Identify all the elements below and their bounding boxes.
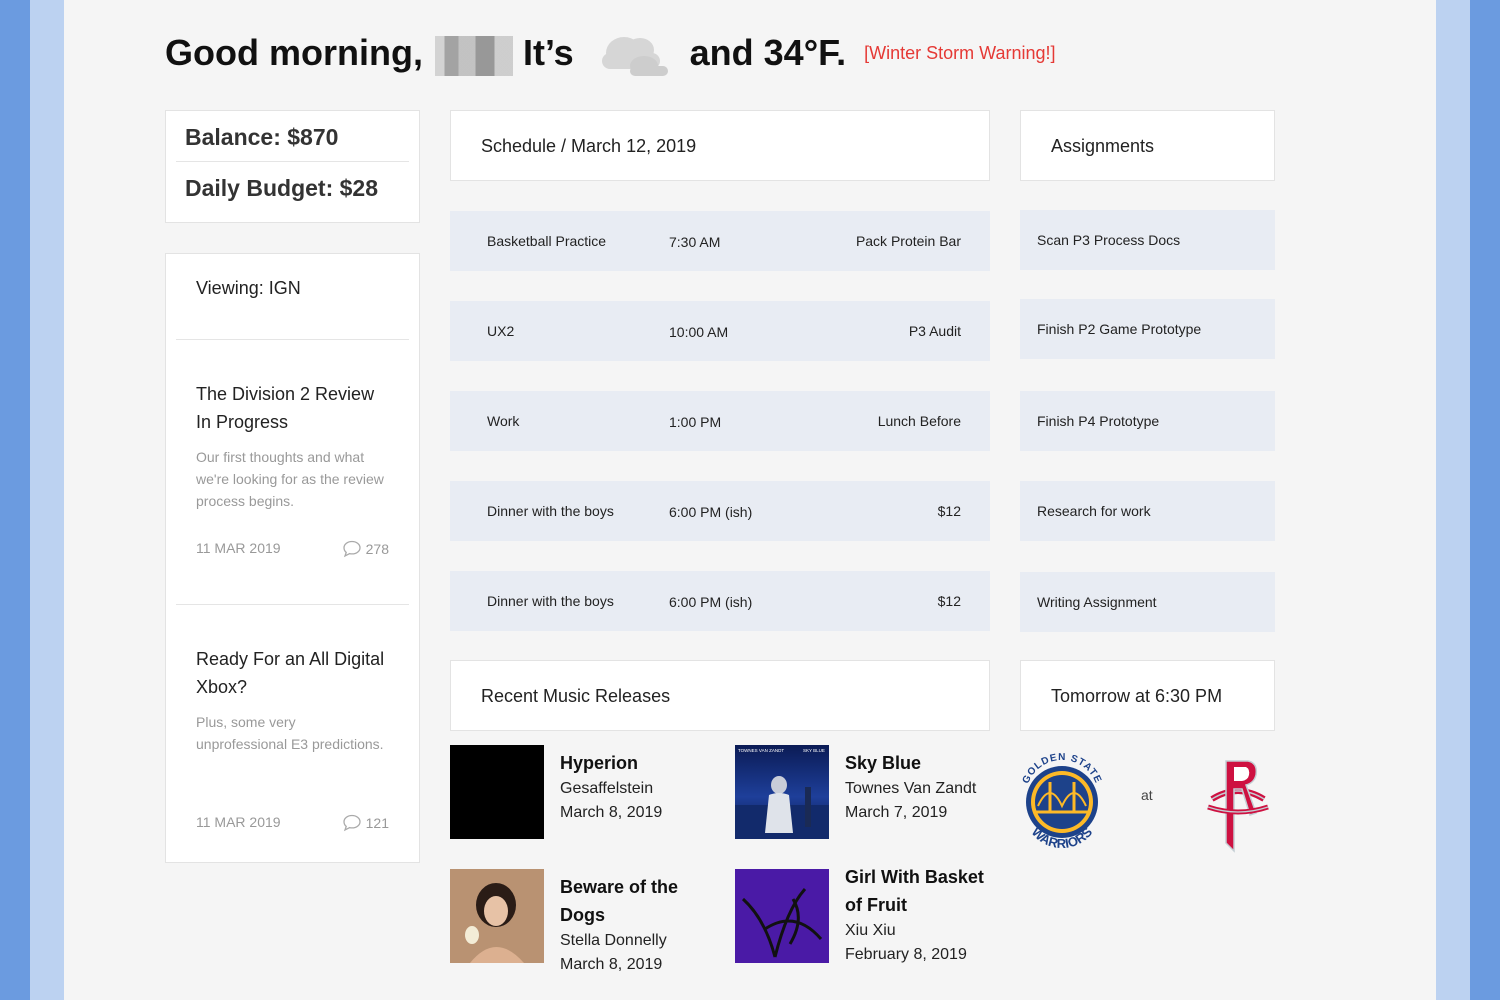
assignment-label: Finish P4 Prototype	[1037, 413, 1160, 429]
rockets-logo[interactable]	[1198, 755, 1278, 860]
warriors-logo[interactable]: GOLDEN STATE WARRIORS	[1018, 750, 1106, 861]
news-article[interactable]: Ready For an All Digital Xbox? Plus, som…	[176, 605, 409, 870]
schedule-row[interactable]: UX2 10:00 AM P3 Audit	[450, 301, 990, 361]
schedule-time: 6:00 PM (ish)	[669, 504, 753, 520]
album-date: March 8, 2019	[560, 956, 663, 973]
balance-value: Balance: $870	[176, 111, 409, 162]
assignment-label: Writing Assignment	[1037, 594, 1157, 610]
news-source-label: Viewing: IGN	[176, 254, 409, 340]
album-artist: Gesaffelstein	[560, 780, 654, 797]
album-date: March 7, 2019	[845, 804, 948, 821]
comment-count[interactable]: 121	[342, 814, 389, 832]
greeting-header: Good morning, It’s and 34°F. [Winter Sto…	[165, 28, 1055, 78]
comment-count-value: 121	[365, 815, 389, 831]
news-article-date: 11 MAR 2019	[196, 540, 281, 556]
schedule-note: $12	[937, 593, 961, 609]
game-header: Tomorrow at 6:30 PM	[1020, 660, 1275, 731]
news-article-title[interactable]: The Division 2 Review In Progress	[196, 380, 389, 436]
vs-at-label: at	[1141, 787, 1153, 803]
schedule-note: P3 Audit	[908, 323, 961, 339]
album-title: Beware of the Dogs	[560, 877, 679, 925]
comment-count[interactable]: 278	[342, 540, 389, 558]
album-art-title-text: SKY BLUE	[803, 748, 825, 753]
news-article-title[interactable]: Ready For an All Digital Xbox?	[196, 645, 389, 701]
news-article[interactable]: The Division 2 Review In Progress Our fi…	[176, 340, 409, 605]
dashboard-page: Good morning, It’s and 34°F. [Winter Sto…	[64, 0, 1436, 1000]
album-art-artist-text: TOWNES VAN ZANDT	[738, 748, 784, 753]
schedule-row[interactable]: Basketball Practice 7:30 AM Pack Protein…	[450, 211, 990, 271]
schedule-note: Lunch Before	[877, 413, 961, 429]
left-border-band	[30, 0, 64, 1000]
assignments-header: Assignments	[1020, 110, 1275, 181]
assignment-item[interactable]: Research for work	[1020, 481, 1275, 541]
schedule-event: Basketball Practice	[487, 233, 607, 249]
its-text: It’s	[522, 32, 574, 73]
album-tile[interactable]: Beware of the Dogs Stella Donnelly March…	[450, 869, 710, 973]
album-artist: Stella Donnelly	[560, 932, 667, 949]
schedule-event: Dinner with the boys	[487, 503, 614, 519]
album-art[interactable]: TOWNES VAN ZANDT SKY BLUE	[735, 745, 829, 839]
assignment-label: Finish P2 Game Prototype	[1037, 321, 1202, 337]
assignment-item[interactable]: Scan P3 Process Docs	[1020, 210, 1275, 270]
album-tile[interactable]: TOWNES VAN ZANDT SKY BLUE Sky Blue Towne…	[735, 745, 995, 845]
assignment-item[interactable]: Finish P2 Game Prototype	[1020, 299, 1275, 359]
music-header: Recent Music Releases	[450, 660, 990, 731]
schedule-note: Pack Protein Bar	[855, 233, 961, 249]
schedule-event: Work	[487, 413, 520, 429]
album-art[interactable]	[450, 869, 544, 963]
comment-bubble-icon	[342, 814, 361, 832]
schedule-header: Schedule / March 12, 2019	[450, 110, 990, 181]
album-title: Hyperion	[560, 753, 639, 773]
schedule-row[interactable]: Dinner with the boys 6:00 PM (ish) $12	[450, 481, 990, 541]
schedule-time: 1:00 PM	[669, 414, 722, 430]
album-date: February 8, 2019	[845, 946, 967, 963]
schedule-note: $12	[937, 503, 961, 519]
schedule-time: 10:00 AM	[669, 324, 729, 340]
right-border-band	[1436, 0, 1470, 1000]
album-artist: Townes Van Zandt	[845, 780, 977, 797]
assignment-item[interactable]: Writing Assignment	[1020, 572, 1275, 632]
album-artist: Xiu Xiu	[845, 922, 896, 939]
daily-budget-value: Daily Budget: $28	[185, 175, 378, 201]
cloud-icon	[594, 28, 672, 78]
comment-bubble-icon	[342, 540, 361, 558]
news-article-date: 11 MAR 2019	[196, 814, 281, 830]
temperature-text: and 34°F.	[689, 32, 847, 73]
news-article-description: Our first thoughts and what we're lookin…	[196, 449, 384, 509]
schedule-time: 7:30 AM	[669, 234, 721, 250]
weather-warning[interactable]: [Winter Storm Warning!]	[864, 43, 1055, 64]
album-date: March 8, 2019	[560, 804, 663, 821]
redacted-user-name	[434, 36, 513, 76]
assignment-label: Research for work	[1037, 503, 1151, 519]
schedule-event: UX2	[487, 323, 515, 339]
album-art[interactable]	[450, 745, 544, 839]
news-article-description: Plus, some very unprofessional E3 predic…	[196, 714, 384, 752]
comment-count-value: 278	[365, 541, 389, 557]
album-tile[interactable]: Hyperion Gesaffelstein March 8, 2019	[450, 745, 710, 845]
album-tile[interactable]: Girl With Basket of Fruit Xiu Xiu Februa…	[735, 867, 995, 969]
schedule-time: 6:00 PM (ish)	[669, 594, 753, 610]
schedule-row[interactable]: Dinner with the boys 6:00 PM (ish) $12	[450, 571, 990, 631]
album-title: Sky Blue	[845, 753, 922, 773]
assignment-item[interactable]: Finish P4 Prototype	[1020, 391, 1275, 451]
schedule-event: Dinner with the boys	[487, 593, 614, 609]
assignment-label: Scan P3 Process Docs	[1037, 232, 1181, 248]
album-art[interactable]	[735, 869, 829, 963]
album-title: Girl With Basket of Fruit	[845, 867, 984, 915]
balance-card: Balance: $870 Daily Budget: $28	[165, 110, 420, 223]
greeting-text: Good morning,	[165, 32, 423, 73]
schedule-row[interactable]: Work 1:00 PM Lunch Before	[450, 391, 990, 451]
news-card: Viewing: IGN The Division 2 Review In Pr…	[165, 253, 420, 863]
